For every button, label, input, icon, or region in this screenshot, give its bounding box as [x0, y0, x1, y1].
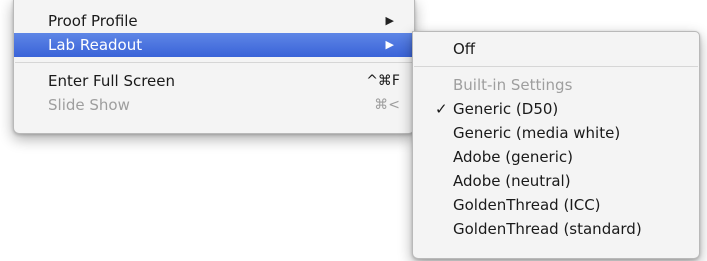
submenu-item-label: Adobe (generic): [453, 148, 573, 166]
submenu-item-generic-d50[interactable]: ✓ Generic (D50): [413, 97, 699, 121]
menu-item-enter-full-screen[interactable]: Enter Full Screen ^⌘F: [14, 69, 414, 93]
view-menu: Proof Profile ▶ Lab Readout ▶ Enter Full…: [13, 0, 415, 134]
submenu-arrow-icon: ▶: [385, 14, 394, 27]
menu-item-label: Lab Readout: [48, 36, 143, 54]
submenu-item-label: Adobe (neutral): [453, 172, 571, 190]
submenu-item-label: GoldenThread (ICC): [453, 196, 601, 214]
menu-item-proof-profile[interactable]: Proof Profile ▶: [14, 9, 414, 33]
menu-item-label: Proof Profile: [48, 12, 138, 30]
section-header-label: Built-in Settings: [453, 76, 573, 94]
submenu-item-label: Generic (media white): [453, 124, 621, 142]
keyboard-shortcut: ^⌘F: [366, 73, 400, 89]
menu-item-label: Slide Show: [48, 96, 130, 114]
submenu-item-label: Generic (D50): [453, 100, 559, 118]
lab-readout-submenu: Off Built-in Settings ✓ Generic (D50) Ge…: [412, 31, 700, 259]
menu-item-slide-show: Slide Show ⌘<: [14, 93, 414, 117]
submenu-item-goldenthread-icc[interactable]: GoldenThread (ICC): [413, 193, 699, 217]
submenu-item-label: Off: [453, 40, 476, 58]
submenu-item-label: GoldenThread (standard): [453, 220, 642, 238]
submenu-arrow-icon: ▶: [385, 38, 394, 51]
submenu-item-adobe-generic[interactable]: Adobe (generic): [413, 145, 699, 169]
menu-separator: [15, 62, 413, 63]
section-header-built-in-settings: Built-in Settings: [413, 73, 699, 97]
menu-separator: [414, 66, 698, 67]
keyboard-shortcut: ⌘<: [374, 97, 400, 113]
checkmark-icon: ✓: [435, 100, 448, 118]
menu-item-label: Enter Full Screen: [48, 72, 176, 90]
submenu-item-generic-media-white[interactable]: Generic (media white): [413, 121, 699, 145]
submenu-item-off[interactable]: Off: [413, 37, 699, 61]
submenu-item-adobe-neutral[interactable]: Adobe (neutral): [413, 169, 699, 193]
submenu-item-goldenthread-standard[interactable]: GoldenThread (standard): [413, 217, 699, 241]
menu-item-lab-readout[interactable]: Lab Readout ▶: [14, 33, 414, 57]
